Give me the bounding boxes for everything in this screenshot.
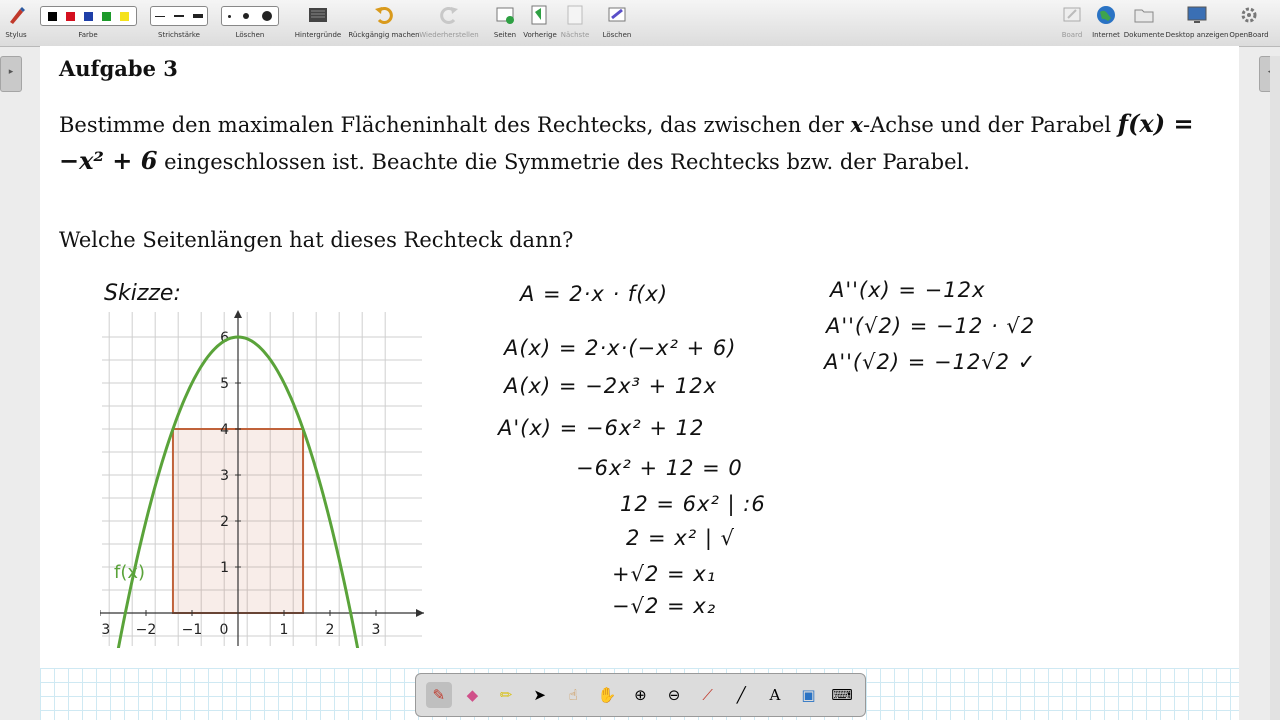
hw-left-line-9: −√2 = x₂ <box>612 594 717 618</box>
color-swatch-black[interactable] <box>48 11 58 21</box>
hw-left-line-2: A(x) = 2·x·(−x² + 6) <box>504 336 737 360</box>
y-tick-label: 5 <box>220 376 229 392</box>
eraser-large[interactable] <box>261 11 272 21</box>
laser-pointer-icon[interactable]: ⟋ <box>695 682 721 708</box>
clear-page-label: Löschen <box>602 31 632 39</box>
desktop-icon[interactable] <box>1186 4 1208 26</box>
folder-icon[interactable] <box>1133 4 1155 26</box>
undo-icon[interactable] <box>373 4 395 26</box>
background-icon[interactable] <box>307 4 329 26</box>
color-swatch-yellow[interactable] <box>119 11 129 21</box>
x-tick-label: 3 <box>372 622 381 638</box>
color-label: Farbe <box>78 31 98 39</box>
next-page-icon[interactable] <box>564 4 586 26</box>
stroke-thick[interactable] <box>192 14 203 18</box>
board-page[interactable]: Aufgabe 3 Bestimme den maximalen Flächen… <box>40 46 1239 720</box>
eraser-size-selector[interactable] <box>221 6 279 26</box>
stroke-thin[interactable] <box>155 15 166 17</box>
scrollbar[interactable] <box>1270 56 1280 720</box>
stylus-label: Stylus <box>5 31 27 39</box>
x-tick-label: 2 <box>326 622 335 638</box>
task-x-variable: x <box>850 112 864 137</box>
stroke-medium[interactable] <box>173 15 184 17</box>
y-tick-label: 2 <box>220 514 229 530</box>
x-axis-arrow <box>416 609 424 617</box>
eraser-small[interactable] <box>228 14 232 18</box>
redo-label: Wiederherstellen <box>419 31 479 39</box>
pages-icon[interactable] <box>494 4 516 26</box>
function-label: f(x) <box>114 562 145 583</box>
hw-left-line-1: A = 2·x · f(x) <box>520 282 669 306</box>
parabola-sketch: −3−2−10123123456 f(x) <box>100 310 424 648</box>
x-tick-label: 0 <box>220 622 229 638</box>
eraser-medium[interactable] <box>243 13 250 19</box>
pen-tool-icon[interactable]: ✎ <box>425 682 452 708</box>
sketch-label: Skizze: <box>104 281 181 306</box>
eraser-tool-icon[interactable]: ◆ <box>459 682 485 708</box>
color-swatch-blue[interactable] <box>83 11 93 21</box>
hw-left-line-4: A'(x) = −6x² + 12 <box>498 416 705 440</box>
hw-right-line-2: A''(√2) = −12 · √2 <box>826 314 1036 338</box>
color-swatch-red[interactable] <box>66 11 76 21</box>
task-part2: -Achse und der Parabel <box>863 113 1118 137</box>
hw-left-line-5: −6x² + 12 = 0 <box>576 456 743 480</box>
floating-tool-bar: ✎ ◆ ✏ ➤ ☝ ✋ ⊕ ⊖ ⟋ ╱ A ▣ ⌨ <box>415 673 866 717</box>
selector-tool-icon[interactable]: ➤ <box>527 682 553 708</box>
text-tool-icon[interactable]: A <box>762 682 788 708</box>
openboard-label: OpenBoard <box>1229 31 1269 39</box>
page-title: Aufgabe 3 <box>59 56 178 81</box>
hand-tool-icon[interactable]: ✋ <box>594 682 620 708</box>
zoom-out-icon[interactable]: ⊖ <box>661 682 687 708</box>
capture-tool-icon[interactable]: ▣ <box>796 682 822 708</box>
hw-left-line-7: 2 = x² | √ <box>626 526 735 550</box>
y-tick-label: 4 <box>220 422 229 438</box>
y-axis-arrow <box>234 310 242 318</box>
globe-icon[interactable] <box>1095 4 1117 26</box>
undo-label: Rückgängig machen <box>348 31 420 39</box>
eraser-label: Löschen <box>235 31 265 39</box>
hw-left-line-6: 12 = 6x² | :6 <box>620 492 766 516</box>
color-palette[interactable] <box>40 6 137 26</box>
question-text: Welche Seitenlängen hat dieses Rechteck … <box>59 228 574 252</box>
line-tool-icon[interactable]: ╱ <box>728 682 754 708</box>
board-icon[interactable] <box>1061 4 1083 26</box>
task-part1: Bestimme den maximalen Flächeninhalt des… <box>59 113 851 137</box>
next-label: Nächste <box>560 31 590 39</box>
x-tick-label: −3 <box>100 622 110 638</box>
zoom-in-icon[interactable]: ⊕ <box>627 682 653 708</box>
x-tick-label: 1 <box>280 622 289 638</box>
openboard-icon[interactable] <box>1238 4 1260 26</box>
task-text: Bestimme den maximalen Flächeninhalt des… <box>59 106 1239 180</box>
hw-right-line-3: A''(√2) = −12√2 ✓ <box>824 350 1037 374</box>
pages-label: Seiten <box>493 31 517 39</box>
internet-label: Internet <box>1092 31 1120 39</box>
interact-tool-icon[interactable]: ☝ <box>560 682 586 708</box>
keyboard-icon[interactable]: ⌨ <box>829 682 855 708</box>
hw-left-line-3: A(x) = −2x³ + 12x <box>504 374 718 398</box>
hw-left-line-8: +√2 = x₁ <box>612 562 717 586</box>
x-tick-label: −2 <box>136 622 157 638</box>
y-tick-label: 1 <box>220 560 229 576</box>
clear-page-icon[interactable] <box>606 4 628 26</box>
main-toolbar: Stylus Farbe Strichstärke Löschen Hinter… <box>0 0 1280 47</box>
color-swatch-green[interactable] <box>101 11 111 21</box>
desktop-label: Desktop anzeigen <box>1165 31 1229 39</box>
y-tick-label: 3 <box>220 468 229 484</box>
board-label: Board <box>1061 31 1083 39</box>
previous-label: Vorherige <box>523 31 557 39</box>
task-part3: eingeschlossen ist. Beachte die Symmetri… <box>157 150 970 174</box>
stroke-width-selector[interactable] <box>150 6 208 26</box>
documents-label: Dokumente <box>1123 31 1165 39</box>
stylus-icon[interactable] <box>6 4 28 26</box>
marker-tool-icon[interactable]: ✏ <box>493 682 519 708</box>
previous-page-icon[interactable] <box>529 4 551 26</box>
backgrounds-label: Hintergründe <box>294 31 342 39</box>
x-tick-label: −1 <box>182 622 203 638</box>
hw-right-line-1: A''(x) = −12x <box>830 278 986 302</box>
stroke-width-label: Strichstärke <box>158 31 200 39</box>
redo-icon[interactable] <box>438 4 460 26</box>
left-panel-toggle[interactable]: ▸ <box>0 56 22 92</box>
